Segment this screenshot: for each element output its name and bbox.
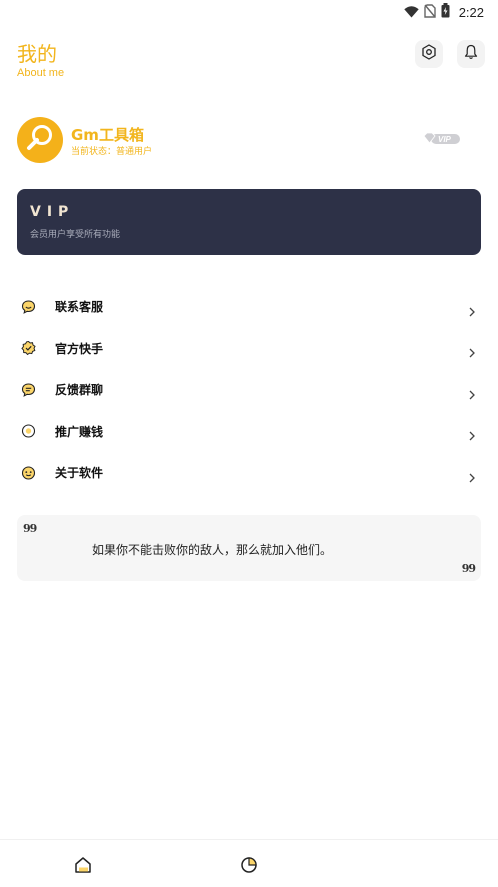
chevron-right-icon <box>468 343 476 358</box>
menu-item-label: 反馈群聊 <box>55 383 104 398</box>
avatar[interactable] <box>17 117 63 163</box>
menu-item-about-software[interactable]: 关于软件 <box>0 452 498 494</box>
coin-icon <box>21 424 36 439</box>
menu-item-promote-earn[interactable]: 推广赚钱 <box>0 411 498 453</box>
settings-button[interactable] <box>415 40 443 68</box>
status-bar: 2:22 <box>0 0 498 22</box>
battery-icon <box>441 3 450 22</box>
chevron-right-icon <box>468 468 476 483</box>
status-time: 2:22 <box>458 5 484 20</box>
vip-title: VIP <box>30 204 75 220</box>
bottom-nav <box>0 839 498 887</box>
quote-close-icon: 99 <box>461 562 476 575</box>
menu-item-label: 关于软件 <box>55 466 104 481</box>
chevron-right-icon <box>468 302 476 317</box>
menu-item-label: 联系客服 <box>55 300 104 315</box>
quote-text: 如果你不能击败你的敌人，那么就加入他们。 <box>92 543 333 557</box>
chevron-right-icon <box>468 426 476 441</box>
quote-card: 99 如果你不能击败你的敌人，那么就加入他们。 99 <box>17 515 481 581</box>
vip-card[interactable]: VIP 会员用户享受所有功能 <box>17 189 481 255</box>
menu-item-label: 官方快手 <box>55 341 104 356</box>
notification-button[interactable] <box>457 40 485 68</box>
no-sim-icon <box>423 3 436 22</box>
profile-pie-icon <box>239 857 259 879</box>
settings-icon <box>421 44 437 64</box>
menu-list: 联系客服 官方快手 反馈群聊 推广赚钱 关于软件 <box>0 286 498 494</box>
menu-item-label: 推广赚钱 <box>55 424 104 439</box>
vip-badge-label: VIP <box>438 135 452 144</box>
wifi-icon <box>403 3 419 22</box>
menu-item-contact-service[interactable]: 联系客服 <box>0 286 498 328</box>
vip-description: 会员用户享受所有功能 <box>30 230 121 240</box>
home-icon <box>73 857 93 879</box>
chevron-right-icon <box>468 385 476 400</box>
bell-icon <box>463 44 479 64</box>
nav-me[interactable] <box>239 855 259 875</box>
menu-item-feedback-group[interactable]: 反馈群聊 <box>0 369 498 411</box>
page-subtitle: About me <box>17 67 65 79</box>
nav-home[interactable] <box>73 855 93 875</box>
message-icon <box>21 382 36 397</box>
badge-check-icon <box>21 341 36 356</box>
vip-badge: VIP <box>423 131 461 150</box>
info-face-icon <box>21 465 36 480</box>
wrench-icon <box>25 123 55 157</box>
status-icons: 2:22 <box>403 3 484 22</box>
profile-status: 当前状态：普通用户 <box>71 147 153 157</box>
chat-smile-icon <box>21 299 36 314</box>
quote-open-icon: 99 <box>23 522 37 535</box>
menu-item-official-kuaishou[interactable]: 官方快手 <box>0 328 498 370</box>
profile-name: Gm工具箱 <box>71 126 144 144</box>
page-title: 我的 <box>17 42 57 66</box>
